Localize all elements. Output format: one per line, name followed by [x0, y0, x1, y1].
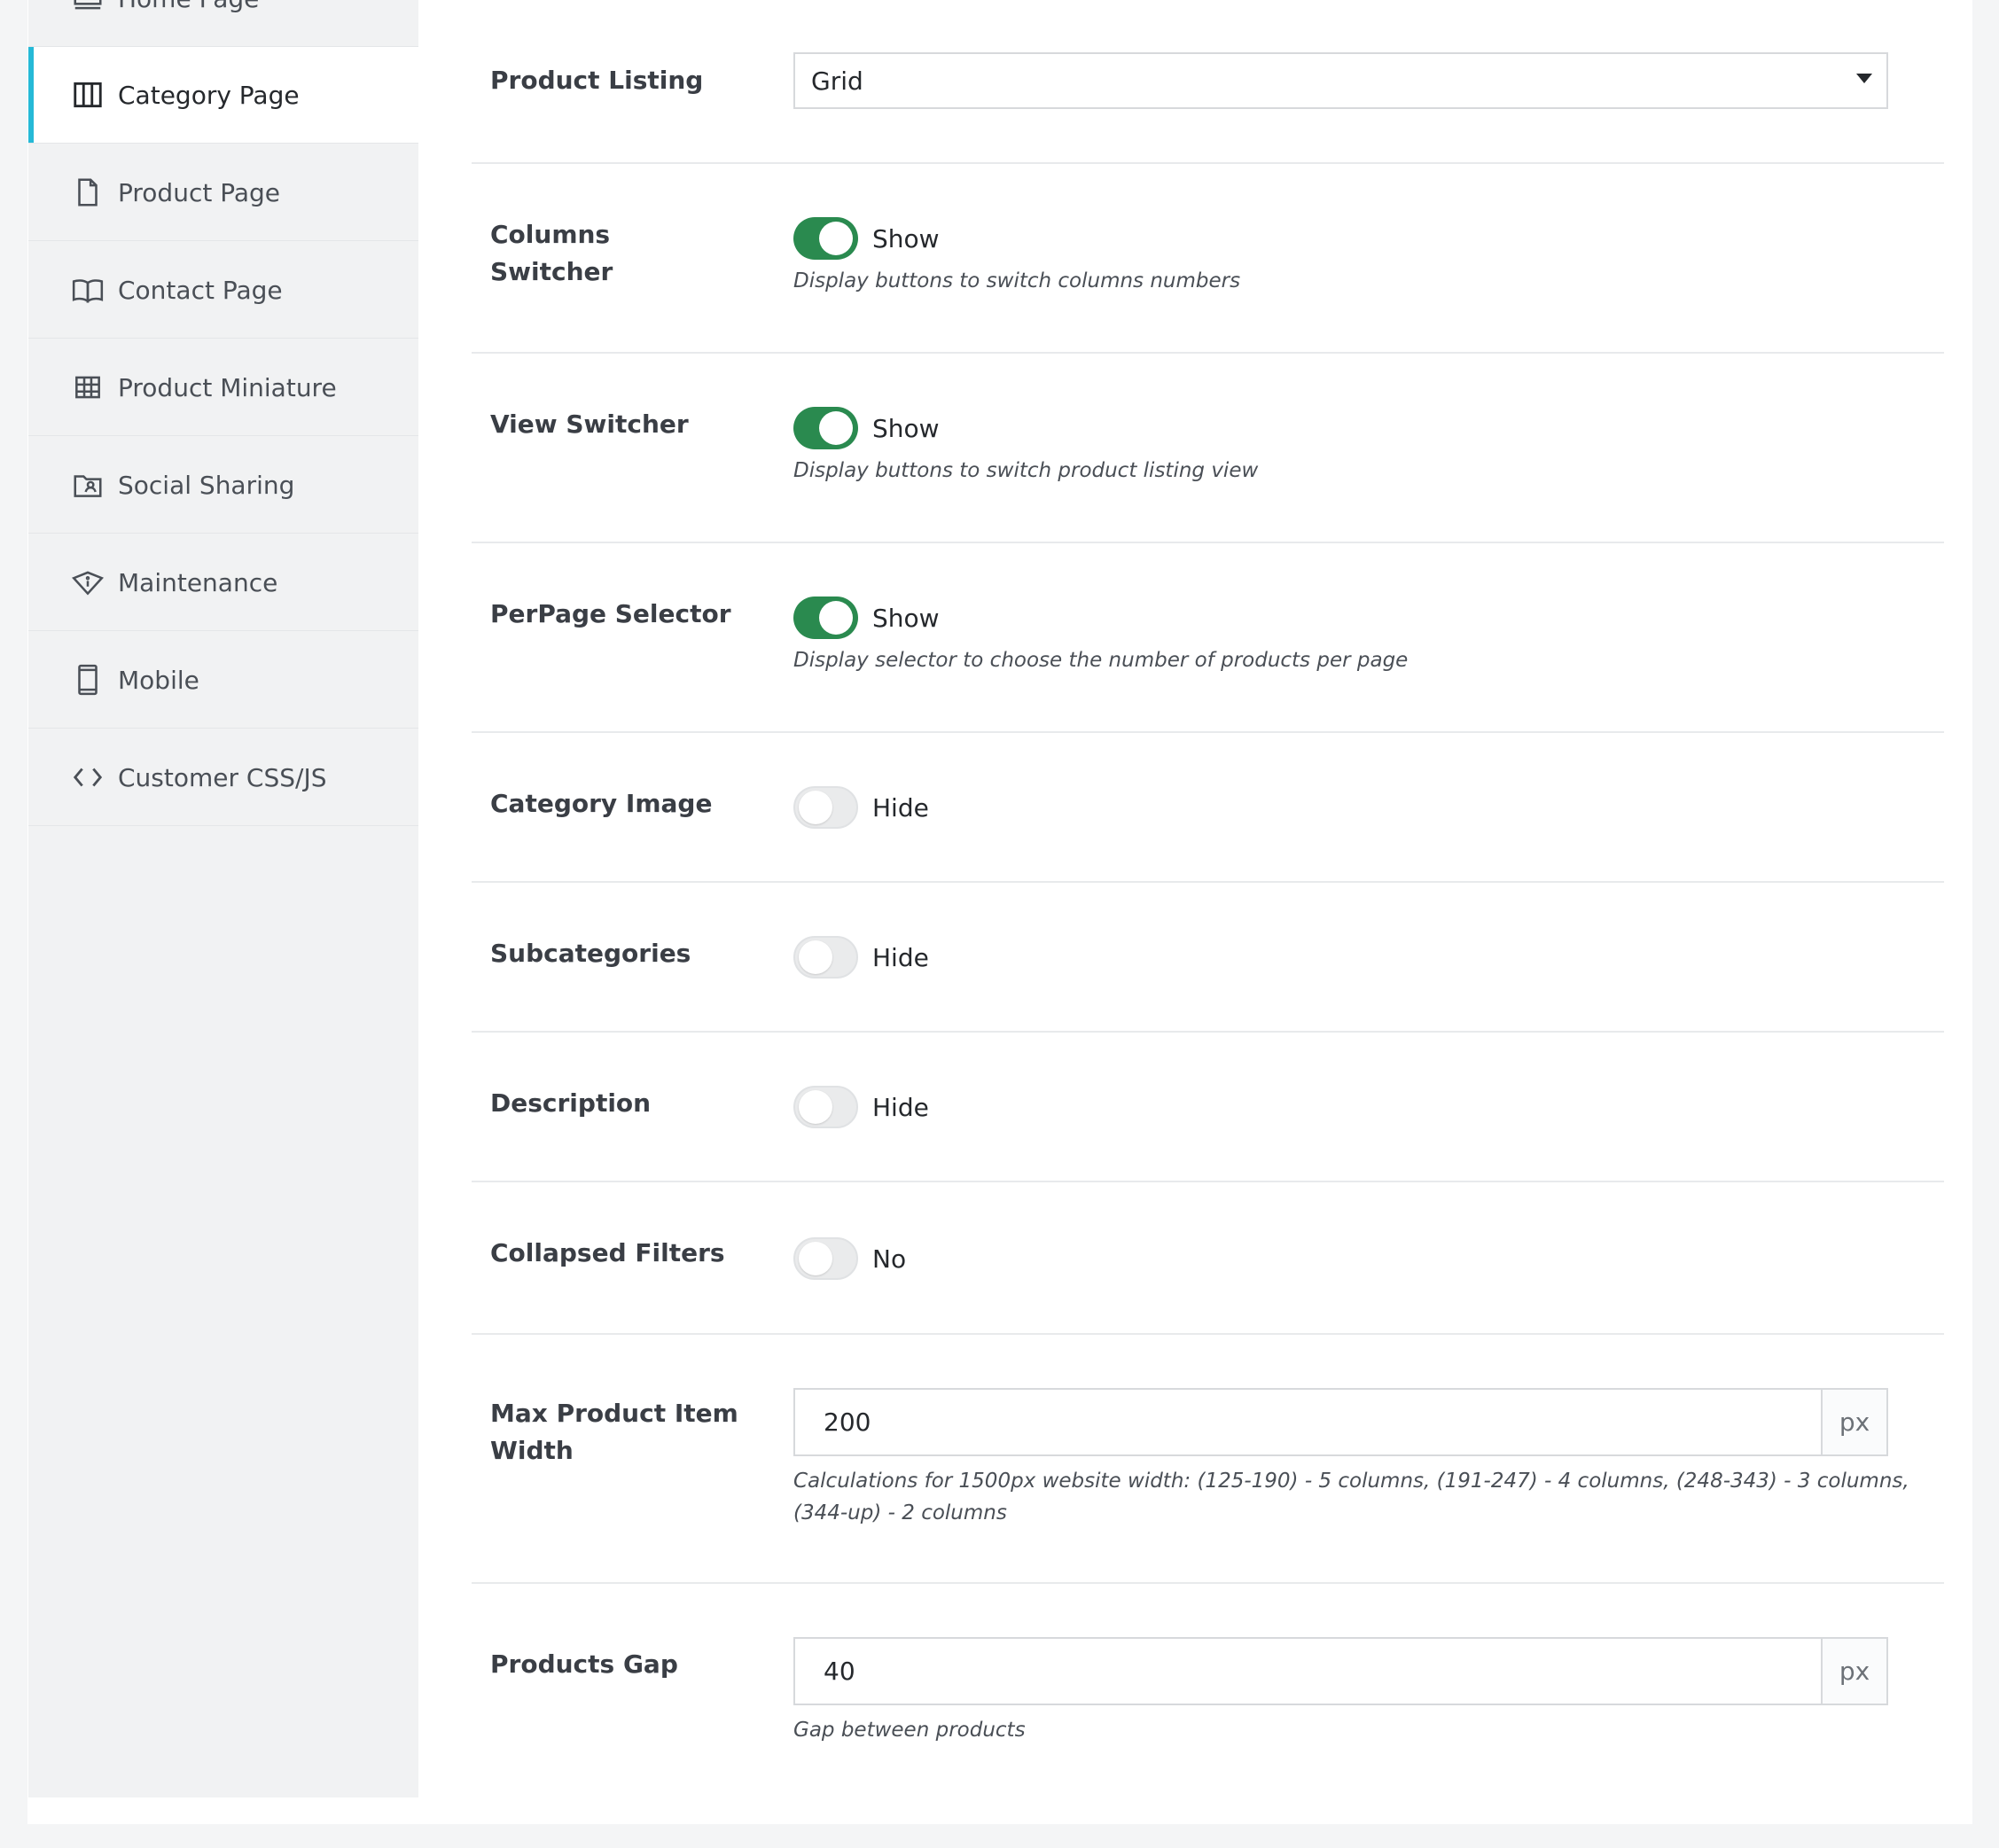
- sidebar-item-home-page[interactable]: Home Page: [28, 0, 418, 47]
- toggle-state: No: [872, 1244, 907, 1274]
- toggle-knob: [819, 601, 853, 635]
- book-icon: [70, 272, 105, 308]
- sidebar-item-label: Customer CSS/JS: [118, 762, 327, 792]
- help-text: Calculations for 1500px website width: (…: [793, 1465, 1909, 1529]
- diamond-icon: [70, 565, 105, 600]
- subcategories-toggle[interactable]: [793, 936, 858, 979]
- help-line: Calculations for 1500px website width: (…: [793, 1470, 1909, 1493]
- sidebar-item-maintenance[interactable]: Maintenance: [28, 534, 418, 631]
- code-icon: [70, 760, 105, 795]
- grid-icon: [70, 370, 105, 405]
- help-line: (344-up) - 2 columns: [793, 1501, 1007, 1524]
- input-value[interactable]: 40: [795, 1639, 1821, 1704]
- row-perpage-selector: PerPage Selector Show Display selector t…: [472, 543, 1944, 733]
- toggle-knob: [799, 940, 832, 974]
- columns-icon: [70, 77, 105, 113]
- label-line: Width: [490, 1436, 574, 1465]
- sidebar-item-label: Contact Page: [118, 275, 283, 305]
- monitor-icon: [70, 0, 105, 16]
- row-view-switcher: View Switcher Show Display buttons to sw…: [472, 354, 1944, 543]
- unit-addon: px: [1821, 1390, 1886, 1454]
- columns-switcher-toggle[interactable]: [793, 217, 858, 260]
- sidebar-item-label: Category Page: [118, 80, 300, 110]
- sidebar-item-customer-css-js[interactable]: Customer CSS/JS: [28, 729, 418, 826]
- category-image-label: Category Image: [490, 789, 713, 818]
- products-gap-input[interactable]: 40 px: [793, 1637, 1888, 1705]
- input-value[interactable]: 200: [795, 1390, 1821, 1454]
- label-line: Max Product Item: [490, 1399, 738, 1428]
- sidebar-item-social-sharing[interactable]: Social Sharing: [28, 437, 418, 534]
- max-item-width-input[interactable]: 200 px: [793, 1388, 1888, 1456]
- toggle-state: Hide: [872, 942, 929, 972]
- toggle-state: Hide: [872, 1092, 929, 1122]
- perpage-selector-label: PerPage Selector: [490, 599, 731, 628]
- sidebar-item-product-page[interactable]: Product Page: [28, 144, 418, 241]
- sidebar: Home Page Category Page Product Page Con…: [28, 0, 418, 1797]
- help-text: Display selector to choose the number of…: [793, 649, 1409, 672]
- toggle-state: Hide: [872, 792, 929, 823]
- sidebar-item-label: Product Miniature: [118, 372, 337, 402]
- subcategories-label: Subcategories: [490, 939, 691, 968]
- perpage-selector-toggle[interactable]: [793, 597, 858, 639]
- sidebar-item-mobile[interactable]: Mobile: [28, 632, 418, 729]
- row-subcategories: Subcategories Hide: [472, 883, 1944, 1033]
- sidebar-item-label: Home Page: [118, 0, 259, 13]
- help-text: Display buttons to switch columns number…: [793, 269, 1241, 292]
- toggle-knob: [799, 1090, 832, 1124]
- category-image-toggle[interactable]: [793, 786, 858, 829]
- description-toggle[interactable]: [793, 1086, 858, 1128]
- view-switcher-label: View Switcher: [490, 409, 689, 439]
- view-switcher-toggle[interactable]: [793, 407, 858, 449]
- row-description: Description Hide: [472, 1033, 1944, 1182]
- sidebar-item-label: Mobile: [118, 665, 199, 695]
- help-text: Gap between products: [793, 1719, 1026, 1742]
- collapsed-filters-toggle[interactable]: [793, 1237, 858, 1280]
- folder-user-icon: [70, 467, 105, 503]
- toggle-knob: [799, 1242, 832, 1275]
- mobile-icon: [70, 662, 105, 698]
- chevron-down-icon: [1856, 74, 1872, 83]
- row-max-product-item-width: Max Product Item Width 200 px Calculatio…: [472, 1335, 1944, 1584]
- sidebar-item-category-page[interactable]: Category Page: [28, 47, 418, 144]
- unit-addon: px: [1821, 1639, 1886, 1704]
- toggle-state: Show: [872, 413, 940, 443]
- row-product-listing: Product Listing Grid: [472, 0, 1944, 164]
- sidebar-item-contact-page[interactable]: Contact Page: [28, 242, 418, 339]
- sidebar-item-product-miniature[interactable]: Product Miniature: [28, 339, 418, 436]
- help-text: Display buttons to switch product listin…: [793, 459, 1259, 482]
- sidebar-item-label: Product Page: [118, 177, 280, 207]
- product-listing-select[interactable]: Grid: [793, 52, 1888, 109]
- product-listing-label: Product Listing: [490, 66, 704, 95]
- max-item-width-label: Max Product Item Width: [490, 1395, 738, 1470]
- row-products-gap: Products Gap 40 px Gap between products: [472, 1584, 1944, 1797]
- toggle-knob: [819, 411, 853, 445]
- collapsed-filters-label: Collapsed Filters: [490, 1238, 725, 1267]
- row-columns-switcher: Columns Switcher Show Display buttons to…: [472, 164, 1944, 354]
- select-value: Grid: [811, 66, 863, 96]
- columns-switcher-label: Columns Switcher: [490, 220, 613, 286]
- toggle-state: Show: [872, 223, 940, 253]
- row-category-image: Category Image Hide: [472, 733, 1944, 883]
- products-gap-label: Products Gap: [490, 1649, 678, 1679]
- toggle-knob: [819, 222, 853, 255]
- sidebar-item-label: Social Sharing: [118, 470, 295, 500]
- toggle-state: Show: [872, 603, 940, 633]
- file-icon: [70, 175, 105, 210]
- row-collapsed-filters: Collapsed Filters No: [472, 1182, 1944, 1335]
- description-label: Description: [490, 1088, 652, 1118]
- toggle-knob: [799, 791, 832, 824]
- sidebar-item-label: Maintenance: [118, 567, 278, 597]
